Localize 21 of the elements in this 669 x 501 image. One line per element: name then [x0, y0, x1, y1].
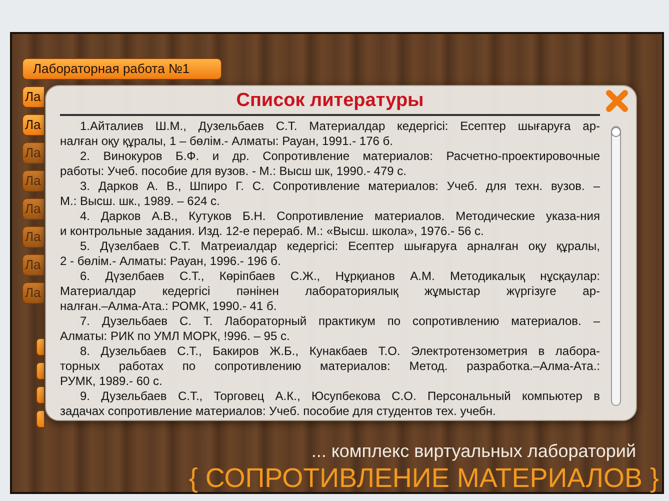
footer-title: { СОПРОТИВЛЕНИЕ МАТЕРИАЛОВ } — [188, 463, 659, 493]
footer-subtitle: ... комплекс виртуальных лабораторий — [311, 440, 636, 462]
dialog-title: Список литературы — [236, 89, 424, 113]
reference-entry: 2. Винокуров Б.Ф. и др. Сопротивление материалов: Расчетно-проектировочные работы: Учеб. пособие для вузов. - М.: Высш шк, 1990.- 479 с. — [60, 149, 600, 179]
menu-tab[interactable] — [36, 338, 44, 356]
lab-tab[interactable]: Лабораторная работа №1 — [22, 58, 222, 80]
menu-tab[interactable] — [36, 386, 44, 404]
reference-entry: 4. Дарков А.В., Кутуков Б.Н. Сопротивление материалов. Методические указа-ния и контрольные задания. Изд. 12-е перераб. М.: «Высш. школа», 1976.- 56 с. — [60, 209, 600, 239]
scrollbar[interactable] — [611, 126, 621, 406]
reference-entry: 5. Дүзелбаев С.Т. Матреиалдар кедергісі: Есептер шығаруға арналған оқу құралы, 2 - бөлім.- Алматы: Рауан, 1996.- 196 б. — [60, 239, 600, 269]
reference-entry: 7. Дузельбаев С. Т. Лабораторный практикум по сопротивлению материалов. – Алматы: РИК по УМЛ МОРК, !996. – 95 с. — [60, 314, 600, 344]
scroll-thumb[interactable] — [611, 127, 621, 137]
reference-entry: 3. Дарков А. В., Шпиро Г. С. Сопротивление материалов: Учеб. для техн. вузов. – М.: Высш. шк., 1989. – 624 с. — [60, 179, 600, 209]
menu-tab[interactable] — [36, 410, 44, 428]
lab-tab[interactable]: Ла — [22, 114, 44, 136]
reference-entry: 9. Дузельбаев С.Т., Торговец А.К., Юсупбекова С.О. Персональный компьютер в задачах сопротивление материалов: Учеб. пособие для студентов тех. учебн. — [60, 389, 600, 419]
lab-tab[interactable]: Ла — [22, 86, 44, 108]
menu-tab[interactable] — [36, 362, 44, 380]
reference-entry: 1.Айталиев Ш.М., Дузельбаев С.Т. Материалдар кедергісі: Есептер шығаруға ар- налған оқу құралы, 1 – бөлім.- Алматы: Рауан, 1991.- 176 б. — [60, 119, 600, 149]
reference-entry: 6. Дүзелбаев С.Т., Көріпбаев С.Ж., Нұрқианов А.М. Методикалық нұсқаулар: Материалдар кедергісі пәнінен лабораториялық жұмыстар жүргізуге ар- налған.–Алма-Ата.: РОМК, 1990.- 41 б. — [60, 269, 600, 314]
reference-entry: 8. Дузельбаев С.Т., Бакиров Ж.Б., Кунакбаев Т.О. Электротензометрия в лабора- торных работах по сопротивлению материалов: Метод. разработка.–Алма-Ата.: РУМК, 1989.- 60 с. — [60, 344, 600, 389]
